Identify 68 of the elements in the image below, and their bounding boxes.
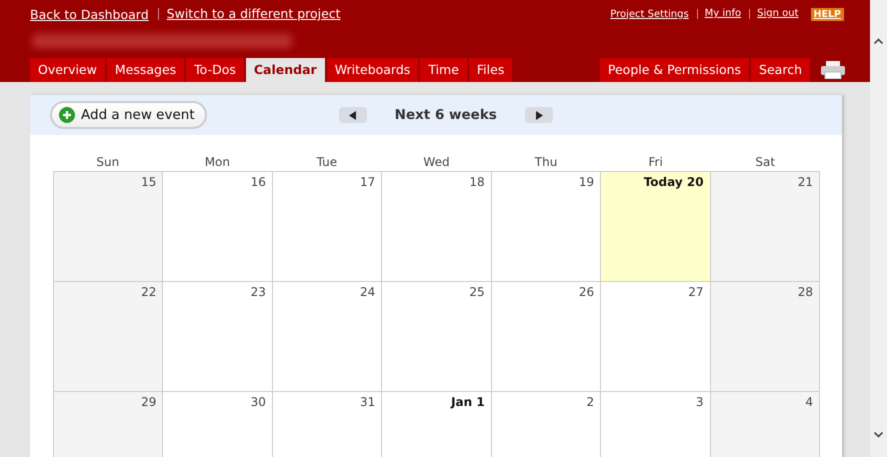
day-number: Jan 1 xyxy=(451,395,485,409)
scrollbar[interactable] xyxy=(870,0,887,457)
calendar-day-cell[interactable]: 18 xyxy=(382,172,492,282)
day-number: 22 xyxy=(141,285,156,299)
weekday-label: Sat xyxy=(754,155,776,171)
calendar-day-cell[interactable]: 17 xyxy=(272,172,382,282)
date-range-title: Next 6 weeks xyxy=(394,107,497,123)
day-number: 30 xyxy=(250,395,266,409)
weekday-label: Thu xyxy=(534,155,558,171)
calendar-day-cell[interactable]: 21 xyxy=(710,172,820,282)
calendar-day-cell[interactable]: 22 xyxy=(54,282,164,392)
calendar-day-cell[interactable]: Today 20 xyxy=(601,172,711,282)
nav-tab[interactable]: To-Dos xyxy=(186,58,244,82)
add-event-button[interactable]: Add a new event xyxy=(50,101,207,129)
weekday-label: Fri xyxy=(647,155,664,171)
calendar-day-cell[interactable]: 2 xyxy=(492,392,602,457)
day-number: 16 xyxy=(250,175,266,189)
calendar-day-cell[interactable]: 23 xyxy=(163,282,273,392)
weekday-label: Wed xyxy=(422,155,451,171)
day-number: 15 xyxy=(141,175,156,189)
right-triangle-icon xyxy=(534,110,543,120)
day-number: 23 xyxy=(250,285,266,299)
day-number: 27 xyxy=(688,285,704,299)
account-link[interactable]: Project Settings xyxy=(610,8,689,20)
day-number: 28 xyxy=(798,285,813,299)
calendar-day-cell[interactable]: 27 xyxy=(601,282,711,392)
day-number: 25 xyxy=(469,285,485,299)
day-number: 26 xyxy=(578,285,594,299)
calendar-day-cell[interactable]: 26 xyxy=(492,282,602,392)
calendar-day-cell[interactable]: 16 xyxy=(163,172,273,282)
day-number: 3 xyxy=(696,395,704,409)
nav-tab[interactable]: Writeboards xyxy=(326,58,418,82)
calendar-day-cell[interactable]: 24 xyxy=(272,282,382,392)
weekday-label: Mon xyxy=(204,155,231,171)
day-number: 29 xyxy=(141,395,156,409)
day-number: 19 xyxy=(578,175,594,189)
day-number: 2 xyxy=(586,395,594,409)
day-number: 24 xyxy=(360,285,376,299)
day-number: 31 xyxy=(360,395,376,409)
day-number: 21 xyxy=(798,175,813,189)
nav-tab[interactable]: Files xyxy=(468,58,512,82)
calendar-day-cell[interactable]: 15 xyxy=(54,172,164,282)
day-number: 4 xyxy=(805,395,813,409)
nav-tab[interactable]: Calendar xyxy=(246,58,325,82)
nav-link[interactable]: Back to Dashboard xyxy=(30,6,149,22)
nav-tab[interactable]: Search xyxy=(751,58,810,82)
next-button[interactable] xyxy=(524,107,553,123)
nav-tab[interactable]: Overview xyxy=(30,58,105,82)
calendar-day-cell[interactable]: 25 xyxy=(382,282,492,392)
calendar-day-cell[interactable]: 29 xyxy=(54,392,164,457)
nav-tab[interactable]: Time xyxy=(420,58,467,82)
weekday-label: Tue xyxy=(316,155,338,171)
account-link[interactable]: My info xyxy=(696,9,742,19)
nav-tab[interactable]: Messages xyxy=(106,58,184,82)
calendar-day-cell[interactable]: 19 xyxy=(492,172,602,282)
printer-icon[interactable] xyxy=(820,61,846,79)
previous-button[interactable] xyxy=(338,107,367,123)
nav-link[interactable]: Switch to a different project xyxy=(158,8,341,20)
day-number: Today 20 xyxy=(644,175,704,189)
weekday-label: Sun xyxy=(95,155,120,171)
day-number: 18 xyxy=(469,175,485,189)
day-number: 17 xyxy=(360,175,376,189)
account-link[interactable]: Sign out xyxy=(749,9,799,19)
calendar-day-cell[interactable]: 28 xyxy=(710,282,820,392)
calendar-day-cell[interactable]: 4 xyxy=(710,392,820,457)
plus-icon xyxy=(59,107,75,123)
left-triangle-icon xyxy=(348,110,357,120)
nav-tab[interactable]: People & Permissions xyxy=(600,58,750,82)
